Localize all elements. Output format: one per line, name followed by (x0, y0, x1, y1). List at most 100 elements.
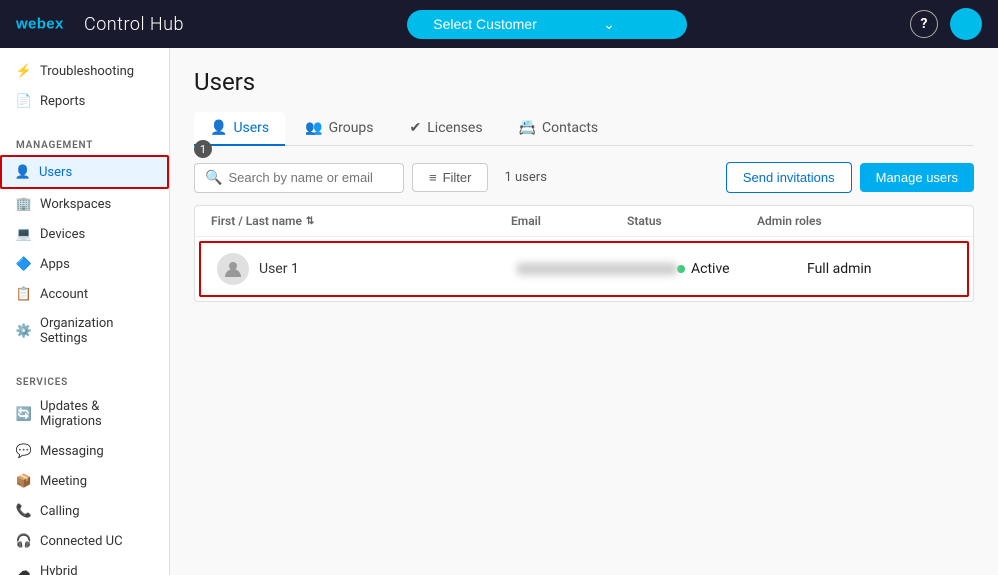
column-header-email: Email (511, 214, 627, 228)
sidebar-item-label: Messaging (40, 444, 104, 459)
sidebar-top-section: ⚡ Troubleshooting 📄 Reports (0, 48, 169, 124)
user-admin-roles: Full admin (807, 261, 967, 277)
calling-icon: 📞 (16, 503, 32, 519)
sidebar-item-label: Account (40, 287, 88, 302)
filter-button[interactable]: ≡ Filter (412, 163, 488, 192)
sidebar-item-calling[interactable]: 📞 Calling (0, 496, 169, 526)
sidebar-item-reports[interactable]: 📄 Reports (0, 86, 169, 116)
top-navigation: webex Control Hub Select Customer ⌄ ? (0, 0, 998, 48)
sidebar-management-section: MANAGEMENT 👤 Users 🏢 Workspaces 💻 Device… (0, 124, 169, 361)
users-tab-label: Users (233, 120, 269, 136)
devices-icon: 💻 (16, 226, 32, 242)
sidebar-item-connected-uc[interactable]: 🎧 Connected UC (0, 526, 169, 556)
sidebar-item-label: Troubleshooting (40, 64, 134, 79)
name-header-label: First / Last name (211, 214, 302, 228)
sidebar-services-section: SERVICES 🔄 Updates & Migrations 💬 Messag… (0, 361, 169, 575)
users-table: First / Last name ⇅ Email Status Admin r… (194, 205, 974, 302)
sort-icon: ⇅ (306, 216, 314, 227)
groups-tab-label: Groups (329, 120, 374, 136)
send-invitations-button[interactable]: Send invitations (726, 162, 852, 193)
customer-select-button[interactable]: Select Customer ⌄ (407, 10, 687, 39)
user-cell: User 1 (217, 253, 517, 285)
account-icon: 📋 (16, 286, 32, 302)
search-box[interactable]: 🔍 (194, 163, 404, 193)
filter-icon: ≡ (429, 170, 437, 185)
avatar (217, 253, 249, 285)
help-button[interactable]: ? (910, 10, 938, 38)
sidebar-item-label: Connected UC (40, 534, 123, 549)
logo: webex Control Hub (16, 12, 184, 36)
app-title: Control Hub (84, 14, 184, 35)
sidebar-item-label: Updates & Migrations (40, 399, 153, 429)
sidebar-item-account[interactable]: 📋 Account (0, 279, 169, 309)
tabs-bar: 👤 Users 👥 Groups ✔ Licenses 📇 Contacts (194, 112, 974, 146)
filter-label: Filter (443, 170, 472, 185)
sidebar-item-org-settings[interactable]: ⚙️ Organization Settings (0, 309, 169, 353)
user-name: User 1 (259, 261, 299, 277)
customer-select-label: Select Customer (427, 16, 543, 32)
contacts-tab-label: Contacts (542, 120, 598, 136)
toolbar: 1 🔍 ≡ Filter 1 users Send invitations Ma… (194, 162, 974, 193)
sidebar-item-label: Hybrid (40, 564, 78, 575)
sidebar-item-label: Meeting (40, 474, 87, 489)
user-count: 1 users (504, 170, 546, 185)
updates-icon: 🔄 (16, 406, 32, 422)
avatar[interactable] (950, 8, 982, 40)
user-status: Active (677, 261, 807, 277)
management-label: MANAGEMENT (0, 132, 169, 155)
sidebar-item-label: Apps (40, 257, 70, 272)
sidebar-item-troubleshooting[interactable]: ⚡ Troubleshooting (0, 56, 169, 86)
sidebar-item-label: Organization Settings (40, 316, 153, 346)
column-header-name: First / Last name ⇅ (211, 214, 511, 228)
apps-icon: 🔷 (16, 256, 32, 272)
sidebar-item-label: Calling (40, 504, 80, 519)
sidebar-item-apps[interactable]: 🔷 Apps (0, 249, 169, 279)
annotation-1: 1 (194, 140, 212, 158)
sidebar-item-messaging[interactable]: 💬 Messaging (0, 436, 169, 466)
groups-tab-icon: 👥 (305, 120, 322, 136)
table-row[interactable]: 2 User 1 Active Full admin ⋮ (199, 241, 969, 297)
content-area: Users 👤 Users 👥 Groups ✔ Licenses 📇 Cont… (170, 48, 998, 575)
reports-icon: 📄 (16, 93, 32, 109)
sidebar-item-hybrid[interactable]: ☁ Hybrid (0, 556, 169, 575)
tab-contacts[interactable]: 📇 Contacts (503, 112, 615, 146)
sidebar-item-meeting[interactable]: 📦 Meeting (0, 466, 169, 496)
sidebar-item-label: Users (39, 165, 72, 180)
users-icon: 👤 (15, 164, 31, 180)
users-tab-icon: 👤 (210, 120, 227, 136)
nav-right: ? (910, 8, 982, 40)
status-active-dot (677, 265, 685, 273)
page-title: Users (194, 68, 974, 96)
tab-licenses[interactable]: ✔ Licenses (394, 112, 499, 146)
manage-users-button[interactable]: Manage users (860, 163, 974, 192)
messaging-icon: 💬 (16, 443, 32, 459)
sidebar: ⚡ Troubleshooting 📄 Reports MANAGEMENT 👤… (0, 48, 170, 575)
chevron-down-icon: ⌄ (551, 16, 667, 33)
user-email (517, 263, 677, 275)
licenses-tab-icon: ✔ (410, 120, 422, 136)
sidebar-item-devices[interactable]: 💻 Devices (0, 219, 169, 249)
workspaces-icon: 🏢 (16, 196, 32, 212)
svg-text:webex: webex (16, 16, 64, 33)
search-icon: 🔍 (205, 170, 222, 186)
main-layout: ⚡ Troubleshooting 📄 Reports MANAGEMENT 👤… (0, 48, 998, 575)
sidebar-item-label: Workspaces (40, 197, 111, 212)
sidebar-item-updates[interactable]: 🔄 Updates & Migrations (0, 392, 169, 436)
column-header-admin-roles: Admin roles (757, 214, 917, 228)
table-header: First / Last name ⇅ Email Status Admin r… (195, 206, 973, 237)
search-input[interactable] (228, 170, 393, 185)
connected-uc-icon: 🎧 (16, 533, 32, 549)
hybrid-icon: ☁ (16, 563, 32, 575)
troubleshooting-icon: ⚡ (16, 63, 32, 79)
more-options-button[interactable]: ⋮ (967, 255, 974, 284)
sidebar-item-users[interactable]: 👤 Users (0, 155, 169, 189)
column-header-actions (917, 214, 957, 228)
sidebar-item-label: Devices (40, 227, 85, 242)
services-label: SERVICES (0, 369, 169, 392)
meeting-icon: 📦 (16, 473, 32, 489)
contacts-tab-icon: 📇 (519, 120, 536, 136)
status-label: Active (691, 261, 730, 277)
sidebar-item-workspaces[interactable]: 🏢 Workspaces (0, 189, 169, 219)
tab-groups[interactable]: 👥 Groups (289, 112, 389, 146)
sidebar-item-label: Reports (40, 94, 85, 109)
